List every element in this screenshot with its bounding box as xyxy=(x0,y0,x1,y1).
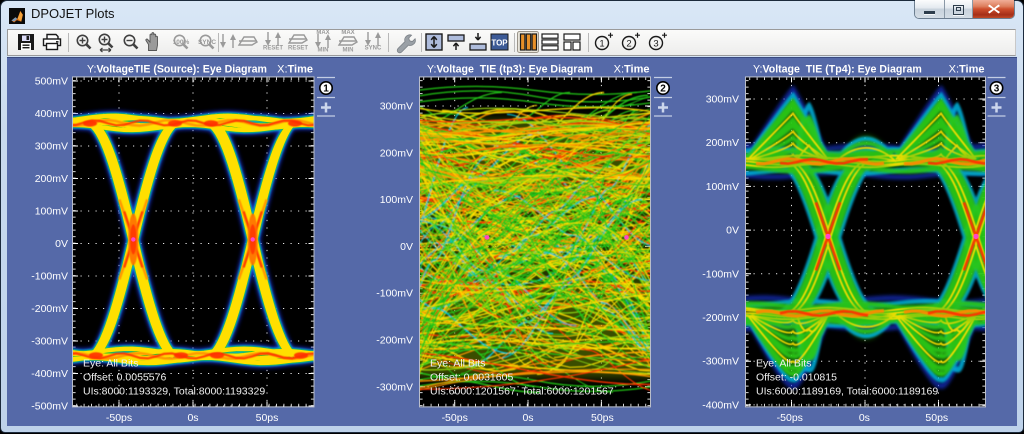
svg-text:100mV: 100mV xyxy=(380,194,413,206)
svg-text:100%: 100% xyxy=(173,39,190,46)
svg-text:MAX: MAX xyxy=(316,30,329,36)
svg-text:50ps: 50ps xyxy=(925,412,948,424)
svg-text:200mV: 200mV xyxy=(35,173,68,185)
svg-text:Y:VoltageTIE (Source): Eye Dia: Y:VoltageTIE (Source): Eye Diagram xyxy=(87,64,267,76)
svg-text:0s: 0s xyxy=(187,412,198,424)
svg-text:200mV: 200mV xyxy=(706,137,739,149)
svg-text:X:Time: X:Time xyxy=(277,64,313,76)
svg-text:-400mV: -400mV xyxy=(31,368,68,380)
svg-text:0V: 0V xyxy=(55,238,68,250)
svg-text:-300mV: -300mV xyxy=(702,356,739,368)
svg-text:400mV: 400mV xyxy=(35,108,68,120)
svg-text:Eye: All Bits: Eye: All Bits xyxy=(430,357,485,369)
svg-text:0s: 0s xyxy=(859,412,870,424)
svg-text:UIs:6000:1189169, Total:6000:1: UIs:6000:1189169, Total:6000:1189169 xyxy=(756,385,938,397)
svg-text:300mV: 300mV xyxy=(380,101,413,113)
svg-text:-50ps: -50ps xyxy=(777,412,803,424)
svg-text:200mV: 200mV xyxy=(380,147,413,159)
svg-text:1: 1 xyxy=(599,39,604,50)
svg-text:-100mV: -100mV xyxy=(702,268,739,280)
svg-text:500mV: 500mV xyxy=(35,76,68,88)
svg-text:Eye: All Bits: Eye: All Bits xyxy=(83,357,138,369)
svg-text:-500mV: -500mV xyxy=(31,401,68,413)
svg-text:-200mV: -200mV xyxy=(702,312,739,324)
svg-text:-200mV: -200mV xyxy=(31,303,68,315)
svg-text:Eye: All Bits: Eye: All Bits xyxy=(756,357,811,369)
svg-text:Offset: -0.010815: Offset: -0.010815 xyxy=(756,371,837,383)
svg-text:-200mV: -200mV xyxy=(376,335,413,347)
svg-text:100mV: 100mV xyxy=(706,181,739,193)
svg-text:RESET: RESET xyxy=(263,46,283,52)
svg-text:-400mV: -400mV xyxy=(702,399,739,411)
svg-text:3: 3 xyxy=(994,84,1000,95)
svg-text:Y:Voltage TIE (tp3): Eye Diag: Y:Voltage TIE (tp3): Eye Diagram xyxy=(427,64,593,76)
svg-text:-50ps: -50ps xyxy=(442,412,468,424)
svg-text:300mV: 300mV xyxy=(706,94,739,106)
svg-text:X:Time: X:Time xyxy=(614,64,650,76)
svg-text:50ps: 50ps xyxy=(591,412,614,424)
svg-text:0V: 0V xyxy=(726,225,739,237)
svg-text:300mV: 300mV xyxy=(35,141,68,153)
svg-text:Offset: 0.0031605: Offset: 0.0031605 xyxy=(430,371,513,383)
svg-text:UIs:6000:1201567, Total:6000:1: UIs:6000:1201567, Total:6000:1201567 xyxy=(430,385,614,397)
svg-text:-100mV: -100mV xyxy=(31,271,68,283)
svg-text:-50ps: -50ps xyxy=(106,412,132,424)
svg-text:0s: 0s xyxy=(522,412,533,424)
svg-text:X:Time: X:Time xyxy=(949,64,985,76)
svg-text:-300mV: -300mV xyxy=(376,381,413,393)
svg-text:1: 1 xyxy=(323,84,329,95)
svg-text:SYNC: SYNC xyxy=(365,46,382,52)
svg-text:3: 3 xyxy=(653,39,658,50)
svg-text:Offset: 0.0055576: Offset: 0.0055576 xyxy=(83,371,166,383)
svg-text:100mV: 100mV xyxy=(35,206,68,218)
svg-text:0V: 0V xyxy=(400,241,413,253)
svg-text:MIN: MIN xyxy=(343,48,354,54)
svg-text:2: 2 xyxy=(626,39,631,50)
svg-text:RESET: RESET xyxy=(288,46,308,52)
svg-text:SYNC: SYNC xyxy=(198,39,216,46)
svg-text:2: 2 xyxy=(660,84,666,95)
svg-text:MAX: MAX xyxy=(341,30,354,36)
svg-text:UIs:8000:1193329, Total:8000:1: UIs:8000:1193329, Total:8000:1193329 xyxy=(83,385,265,397)
svg-text:TOP: TOP xyxy=(491,39,508,48)
svg-text:-100mV: -100mV xyxy=(376,288,413,300)
svg-text:Y:Voltage TIE (Tp4): Eye Diag: Y:Voltage TIE (Tp4): Eye Diagram xyxy=(753,64,922,76)
svg-text:-300mV: -300mV xyxy=(31,336,68,348)
svg-text:MIN: MIN xyxy=(318,48,329,54)
svg-text:50ps: 50ps xyxy=(256,412,279,424)
